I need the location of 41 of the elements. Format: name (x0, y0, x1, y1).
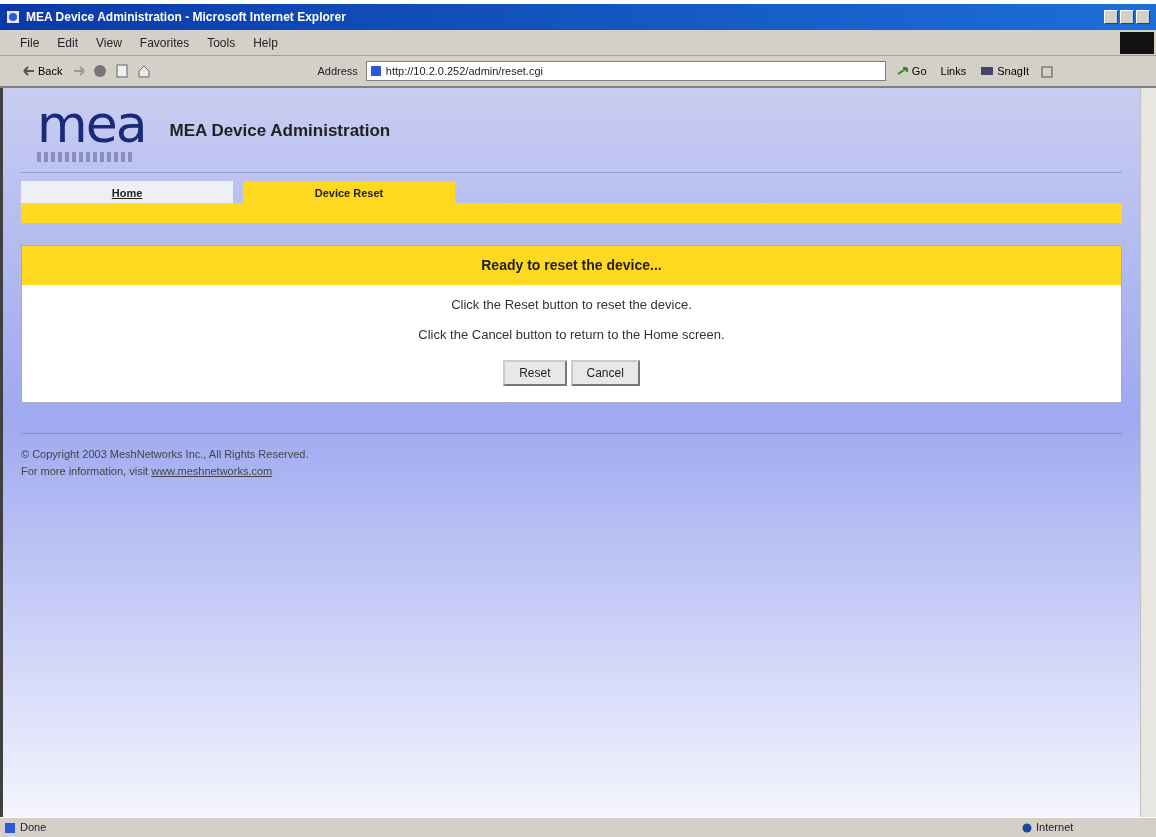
page-title: MEA Device Administration (169, 120, 391, 143)
tab[interactable]: Device Reset (243, 181, 455, 203)
menu-item[interactable]: Tools (207, 33, 236, 52)
home-icon[interactable] (137, 64, 152, 78)
maximize-button[interactable] (1120, 10, 1134, 24)
go-button[interactable]: Go (893, 62, 930, 80)
menu-item[interactable]: Edit (57, 33, 79, 52)
stop-icon[interactable] (93, 64, 108, 78)
menu-item[interactable]: Favorites (139, 33, 190, 52)
minimize-button[interactable] (1104, 10, 1118, 24)
action-button[interactable]: Cancel (570, 360, 640, 386)
window-title: MEA Device Administration - Microsoft Internet Explorer (26, 9, 346, 26)
zone-text: Internet (1036, 820, 1074, 836)
go-arrow-icon (896, 66, 909, 76)
address-label: Address (317, 63, 358, 79)
status-text: Done (20, 820, 47, 836)
forward-arrow-icon[interactable] (73, 66, 86, 76)
action-button[interactable]: Reset (503, 360, 567, 386)
snagit-button[interactable]: SnagIt (977, 62, 1032, 80)
menu-item[interactable]: View (96, 33, 122, 52)
menu-item[interactable]: Help (253, 33, 278, 52)
scrollbar[interactable] (1140, 88, 1156, 817)
website-link[interactable]: www.meshnetworks.com (151, 465, 273, 477)
refresh-icon[interactable] (115, 64, 130, 78)
back-button[interactable]: Back (20, 62, 66, 80)
back-arrow-icon (23, 66, 35, 76)
info-text: For more information, visit www.meshnetworks.com (21, 464, 274, 479)
page-icon (369, 65, 382, 77)
panel-heading: Ready to reset the device... (22, 246, 1121, 285)
tab[interactable]: Home (21, 181, 233, 203)
app-icon (6, 10, 20, 24)
links-button[interactable]: Links (937, 62, 970, 80)
logo: mea (37, 100, 146, 162)
close-button[interactable] (1136, 10, 1150, 24)
address-field[interactable]: http://10.2.0.252/admin/reset.cgi (365, 61, 886, 81)
menu-item[interactable]: File (20, 33, 40, 52)
copyright-text: © Copyright 2003 MeshNetworks Inc., All Rights Reserved. (21, 447, 310, 462)
message-text: Click the Reset button to reset the device. (450, 296, 693, 314)
page-icon (4, 821, 16, 834)
message-text: Click the Cancel button to return to the Home screen. (417, 325, 726, 344)
globe-icon (1022, 822, 1032, 833)
